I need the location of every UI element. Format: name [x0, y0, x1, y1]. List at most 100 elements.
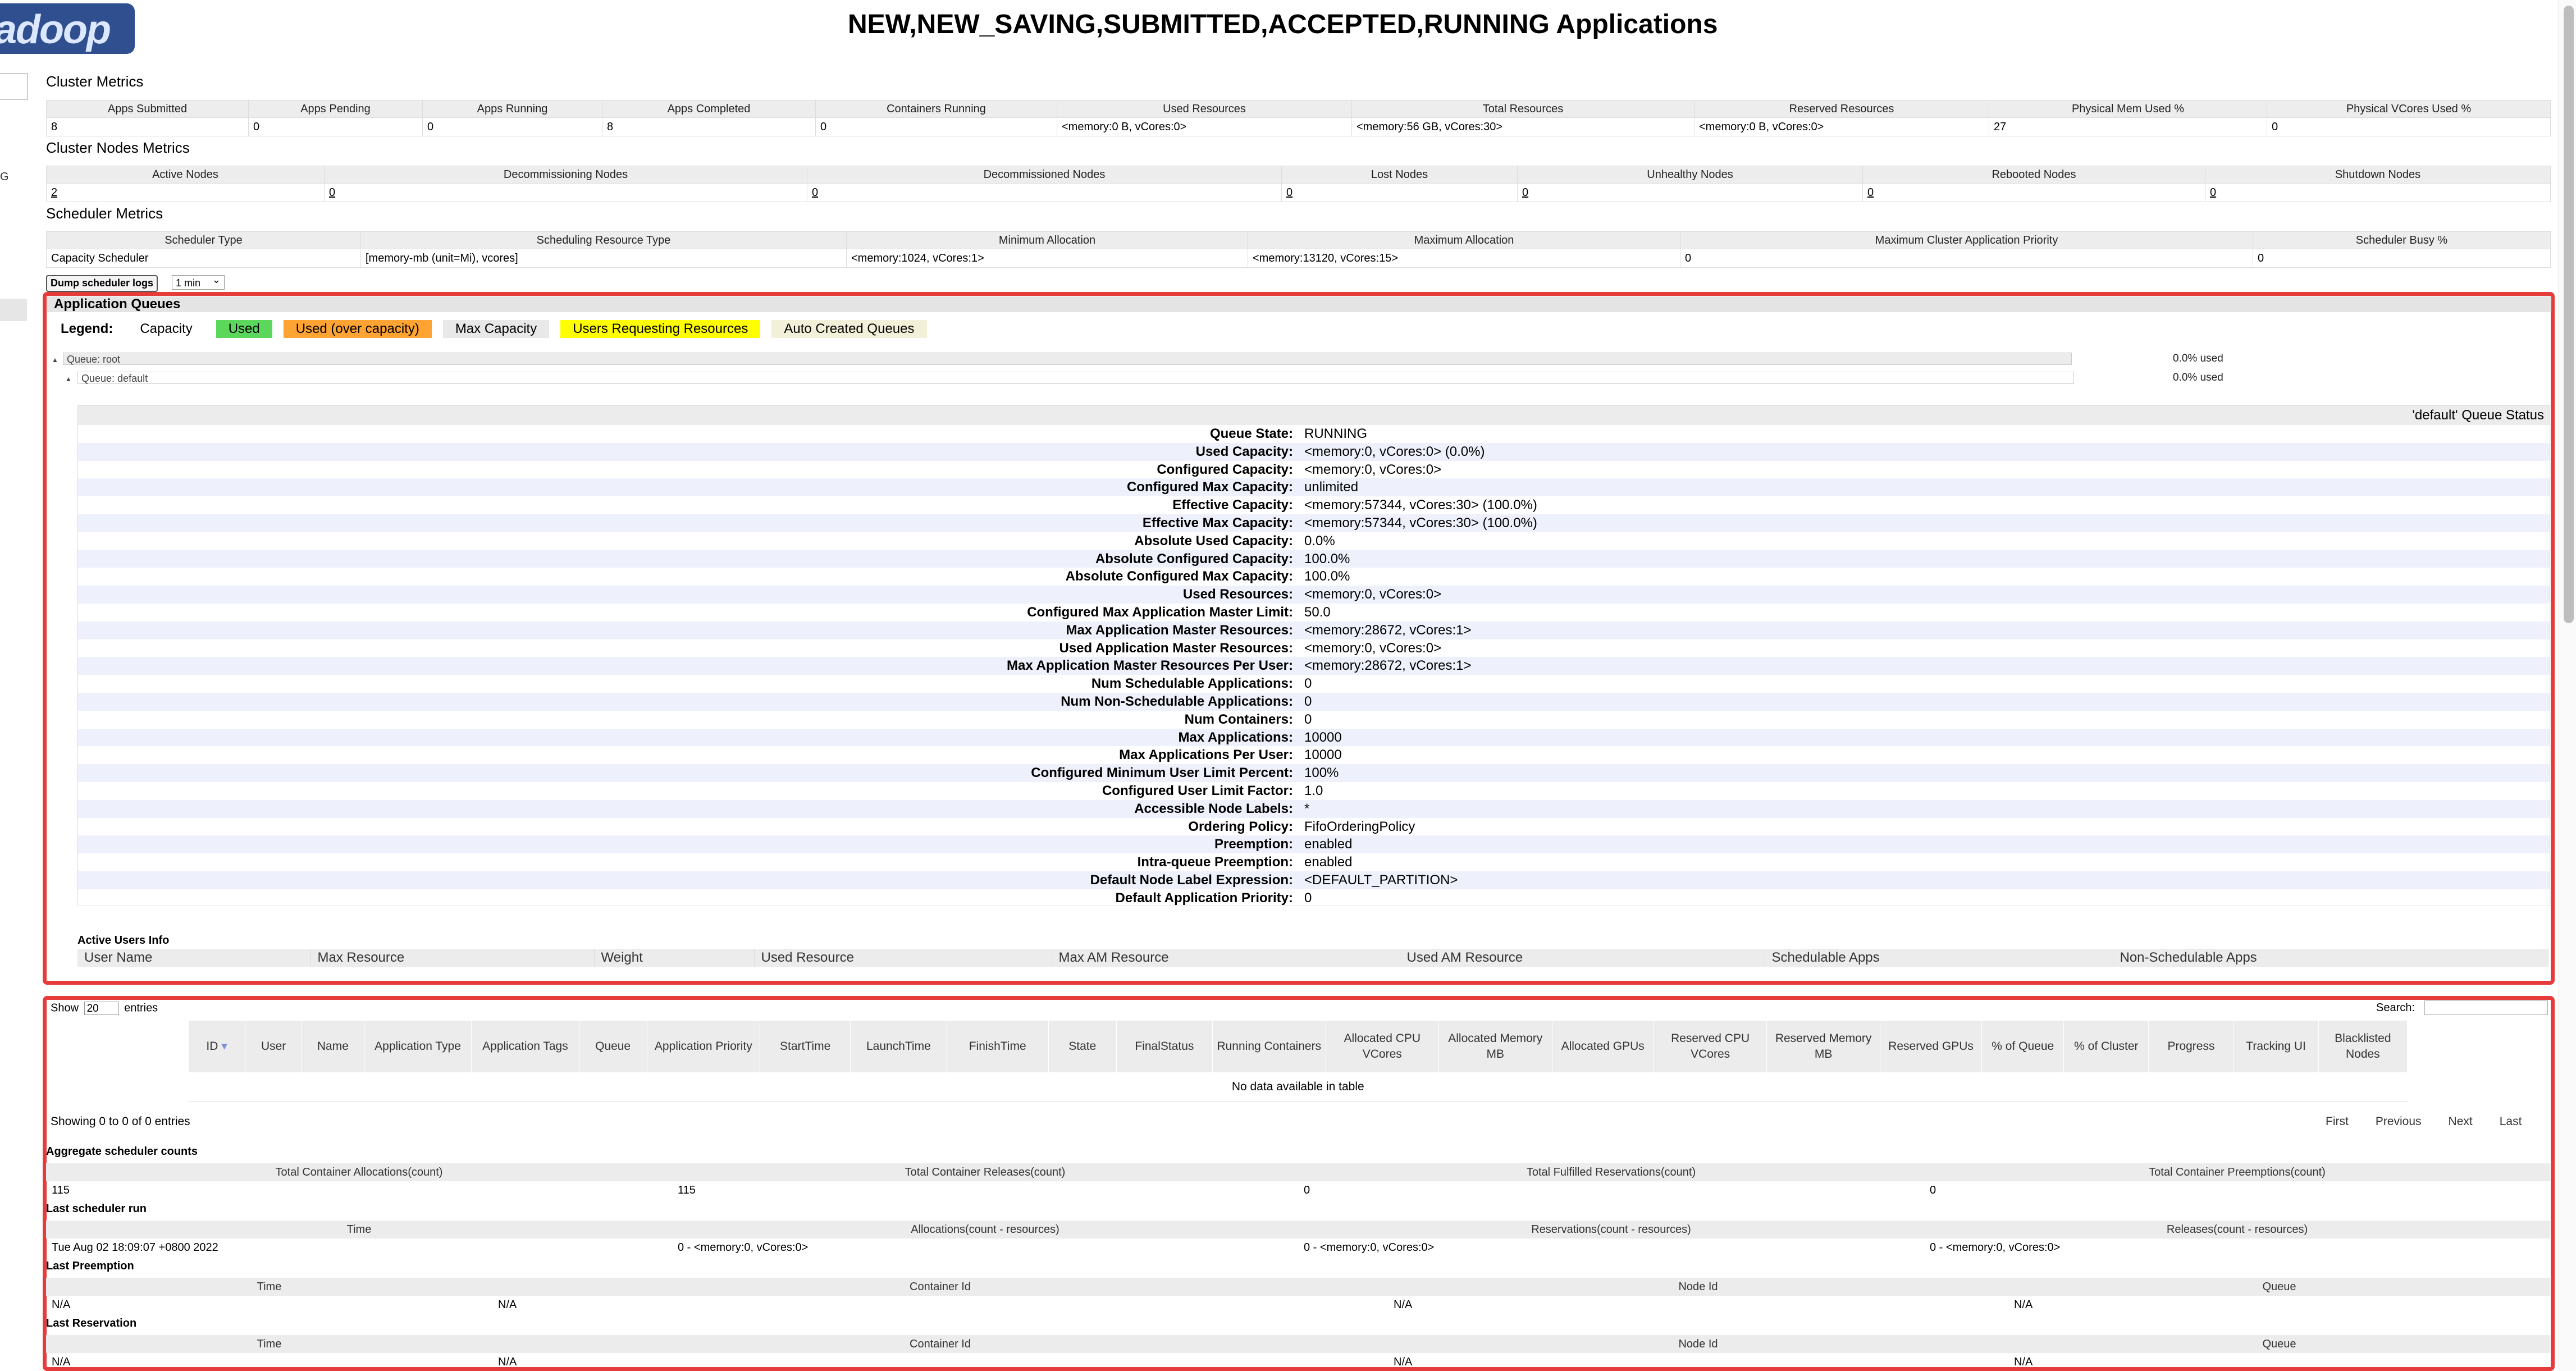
- value-total-fulfilled-reservations: 0: [1304, 1183, 1310, 1196]
- col-blacklisted-nodes[interactable]: Blacklisted Nodes: [2318, 1021, 2408, 1072]
- col-id[interactable]: ID ▾: [189, 1021, 246, 1072]
- value-total-container-preemptions: 0: [1930, 1183, 1936, 1196]
- col-reserved-memory-mb[interactable]: Reserved Memory MB: [1766, 1021, 1880, 1072]
- pager-previous[interactable]: Previous: [2376, 1115, 2422, 1128]
- queue-status-value: FifoOrderingPolicy: [1304, 819, 1415, 834]
- queue-status-row: Accessible Node Labels: *: [78, 799, 2550, 818]
- queue-status-key: Preemption:: [1214, 837, 1293, 852]
- search-input[interactable]: [2424, 1000, 2548, 1015]
- value-physical-mem-used: 27: [1989, 117, 2267, 136]
- col-launch-time[interactable]: LaunchTime: [850, 1021, 947, 1072]
- dump-scheduler-logs-button[interactable]: Dump scheduler logs: [46, 275, 158, 292]
- header-scheduler-type: Scheduler Type: [46, 231, 361, 249]
- queue-status-row: Configured Max Application Master Limit:…: [78, 604, 2550, 621]
- scrollbar-thumb[interactable]: [2564, 6, 2574, 623]
- header-max-am-resource[interactable]: Max AM Resource: [1052, 949, 1400, 967]
- col-finish-time[interactable]: FinishTime: [947, 1021, 1049, 1072]
- page-scrollbar[interactable]: [2559, 0, 2576, 1371]
- value-reservation-container-id: N/A: [498, 1355, 517, 1368]
- queue-default-bar[interactable]: Queue: default: [77, 372, 2074, 384]
- col-application-type[interactable]: Application Type: [364, 1021, 472, 1072]
- header-preemption-queue: Queue: [2008, 1278, 2550, 1296]
- col-progress[interactable]: Progress: [2148, 1021, 2234, 1072]
- aggregate-table: Total Container Allocations(count) Total…: [46, 1163, 2550, 1199]
- col-reserved-gpus[interactable]: Reserved GPUs: [1880, 1021, 1983, 1072]
- left-nav-item[interactable]: [0, 299, 27, 321]
- col-queue[interactable]: Queue: [579, 1021, 647, 1072]
- col-start-time[interactable]: StartTime: [760, 1021, 851, 1072]
- pager-next[interactable]: Next: [2449, 1115, 2473, 1128]
- queue-status-value: 100.0%: [1304, 569, 1350, 584]
- col-user[interactable]: User: [245, 1021, 302, 1072]
- header-shutdown-nodes: Shutdown Nodes: [2205, 166, 2551, 184]
- header-non-schedulable-apps[interactable]: Non-Schedulable Apps: [2113, 949, 2548, 967]
- header-user-name[interactable]: User Name: [77, 949, 311, 967]
- header-total-container-releases: Total Container Releases(count): [672, 1163, 1298, 1181]
- pager-first[interactable]: First: [2326, 1115, 2349, 1128]
- header-max-resource[interactable]: Max Resource: [310, 949, 595, 967]
- queue-status-row: Used Application Master Resources: <memor…: [78, 639, 2550, 657]
- left-nav-text: G: [0, 171, 9, 183]
- header-used-resource[interactable]: Used Resource: [754, 949, 1052, 967]
- link-decommissioning-nodes[interactable]: 0: [329, 186, 335, 199]
- queue-status-value: enabled: [1304, 837, 1353, 852]
- col-percent-of-queue[interactable]: % of Queue: [1981, 1021, 2065, 1072]
- link-lost-nodes[interactable]: 0: [1286, 186, 1292, 199]
- header-schedulable-apps[interactable]: Schedulable Apps: [1765, 949, 2113, 967]
- header-used-am-resource[interactable]: Used AM Resource: [1400, 949, 1765, 967]
- scheduler-metrics-table: Scheduler Type Scheduling Resource Type …: [46, 231, 2551, 268]
- col-allocated-cpu-vcores[interactable]: Allocated CPU VCores: [1326, 1021, 1440, 1072]
- queue-status-row: Configured Capacity: <memory:0, vCores:0>: [78, 461, 2550, 479]
- col-running-containers[interactable]: Running Containers: [1212, 1021, 1326, 1072]
- col-final-status[interactable]: FinalStatus: [1116, 1021, 1213, 1072]
- value-used-resources: <memory:0 B, vCores:0>: [1057, 117, 1352, 136]
- col-allocated-gpus[interactable]: Allocated GPUs: [1552, 1021, 1654, 1072]
- show-label: Show: [51, 1002, 79, 1014]
- queue-root-label: Queue: root: [67, 354, 121, 365]
- link-active-nodes[interactable]: 2: [51, 186, 57, 199]
- dump-interval-select[interactable]: 1 min: [172, 272, 225, 290]
- header-unhealthy-nodes: Unhealthy Nodes: [1517, 166, 1863, 184]
- left-nav-fragment[interactable]: [0, 73, 28, 100]
- queue-status-row: Max Applications: 10000: [78, 728, 2550, 747]
- default-expand-icon[interactable]: ▲: [65, 375, 72, 383]
- legend-capacity: Capacity: [127, 320, 205, 338]
- queue-status-row: Configured Minimum User Limit Percent: 10…: [78, 764, 2550, 782]
- queue-status-row: Num Schedulable Applications: 0: [78, 675, 2550, 693]
- value-minimum-allocation: <memory:1024, vCores:1>: [846, 249, 1248, 268]
- col-application-tags[interactable]: Application Tags: [471, 1021, 579, 1072]
- header-minimum-allocation: Minimum Allocation: [846, 231, 1248, 249]
- queue-status-value: <memory:57344, vCores:30> (100.0%): [1304, 515, 1537, 531]
- header-apps-completed: Apps Completed: [602, 100, 816, 118]
- header-physical-mem-used: Physical Mem Used %: [1989, 100, 2267, 118]
- header-weight[interactable]: Weight: [594, 949, 755, 967]
- link-unhealthy-nodes[interactable]: 0: [1522, 186, 1528, 199]
- queue-status-key: Default Application Priority:: [1115, 890, 1293, 906]
- aggregate-title: Aggregate scheduler counts: [46, 1145, 198, 1158]
- link-shutdown-nodes[interactable]: 0: [2210, 186, 2216, 199]
- queue-status-key: Intra-queue Preemption:: [1137, 854, 1293, 870]
- link-decommissioned-nodes[interactable]: 0: [812, 186, 818, 199]
- queue-root-bar[interactable]: Queue: root: [63, 353, 2072, 365]
- col-allocated-memory-mb[interactable]: Allocated Memory MB: [1438, 1021, 1552, 1072]
- col-tracking-ui[interactable]: Tracking UI: [2234, 1021, 2319, 1072]
- col-reserved-cpu-vcores[interactable]: Reserved CPU VCores: [1654, 1021, 1767, 1072]
- queue-status-value: enabled: [1304, 854, 1353, 870]
- pager-last[interactable]: Last: [2500, 1115, 2522, 1128]
- col-application-priority[interactable]: Application Priority: [647, 1021, 761, 1072]
- legend-users-requesting: Users Requesting Resources: [560, 320, 761, 338]
- queue-status-row: Ordering Policy: FifoOrderingPolicy: [78, 818, 2550, 836]
- queue-status-row: Absolute Used Capacity: 0.0%: [78, 532, 2550, 550]
- legend-label: Legend:: [61, 321, 113, 336]
- link-rebooted-nodes[interactable]: 0: [1867, 186, 1874, 199]
- queue-status-key: Used Application Master Resources:: [1059, 640, 1293, 656]
- col-percent-of-cluster[interactable]: % of Cluster: [2063, 1021, 2149, 1072]
- header-total-fulfilled-reservations: Total Fulfilled Reservations(count): [1298, 1163, 1924, 1181]
- entries-per-page-select[interactable]: 20: [84, 1002, 119, 1015]
- col-state[interactable]: State: [1048, 1021, 1117, 1072]
- hadoop-logo[interactable]: adoop: [0, 3, 135, 54]
- value-reservations: 0 - <memory:0, vCores:0>: [1304, 1241, 1435, 1254]
- legend-max-capacity: Max Capacity: [442, 320, 550, 338]
- col-name[interactable]: Name: [302, 1021, 364, 1072]
- root-expand-icon[interactable]: ▲: [52, 356, 58, 364]
